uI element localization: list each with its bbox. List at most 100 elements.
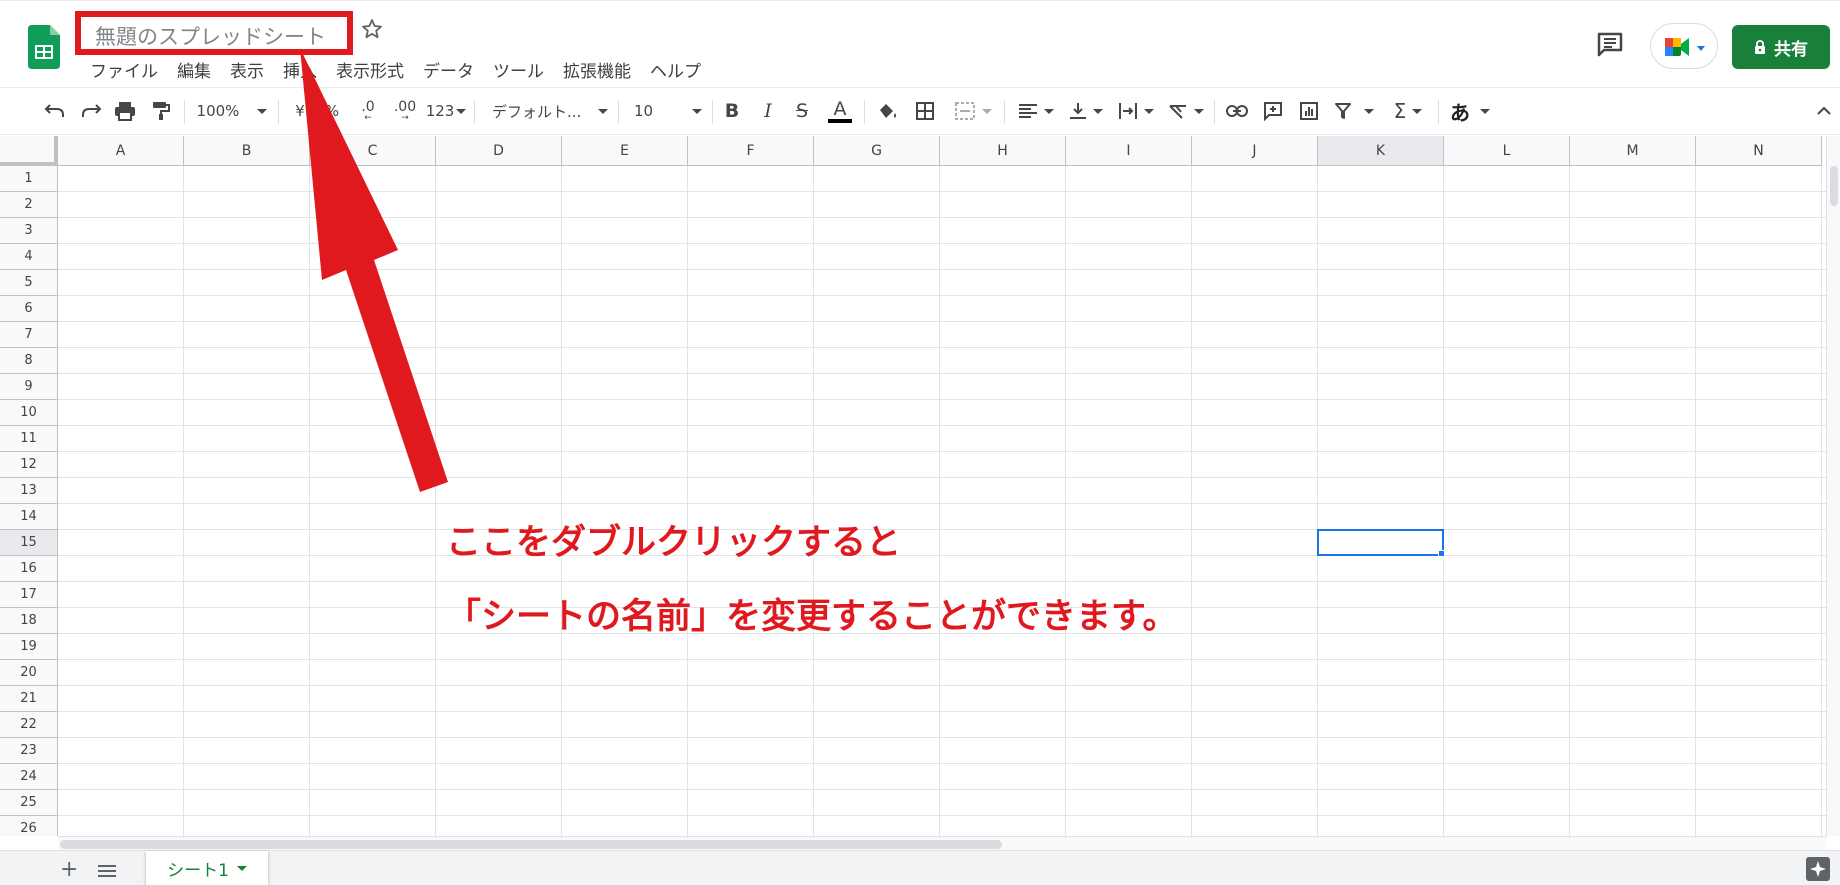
vertical-scroll-thumb[interactable]	[1830, 166, 1838, 206]
column-header-L[interactable]: L	[1444, 136, 1570, 166]
all-sheets-icon[interactable]	[98, 863, 116, 877]
row-header-10[interactable]: 10	[0, 400, 58, 426]
column-header-B[interactable]: B	[184, 136, 310, 166]
row-header-19[interactable]: 19	[0, 634, 58, 660]
menu-data[interactable]: データ	[423, 57, 474, 82]
row-header-11[interactable]: 11	[0, 426, 58, 452]
row-header-26[interactable]: 26	[0, 816, 58, 836]
column-header-D[interactable]: D	[436, 136, 562, 166]
sheets-logo-icon[interactable]	[28, 25, 60, 69]
menu-edit[interactable]: 編集	[177, 57, 211, 82]
collapse-toolbar-icon[interactable]	[1812, 98, 1836, 124]
filter-button[interactable]	[1332, 98, 1376, 124]
row-header-2[interactable]: 2	[0, 192, 58, 218]
italic-button[interactable]: I	[756, 98, 780, 124]
font-size-select[interactable]: 10	[634, 98, 702, 124]
functions-button[interactable]: Σ	[1386, 98, 1430, 124]
column-header-F[interactable]: F	[688, 136, 814, 166]
undo-icon[interactable]	[42, 98, 68, 124]
insert-chart-icon[interactable]	[1296, 98, 1322, 124]
document-title[interactable]: 無題のスプレッドシート	[95, 21, 326, 51]
row-header-1[interactable]: 1	[0, 166, 58, 192]
row-header-6[interactable]: 6	[0, 296, 58, 322]
column-header-M[interactable]: M	[1570, 136, 1696, 166]
redo-icon[interactable]	[78, 98, 104, 124]
column-header-J[interactable]: J	[1192, 136, 1318, 166]
row-header-8[interactable]: 8	[0, 348, 58, 374]
horizontal-scrollbar[interactable]	[58, 836, 1826, 850]
row-header-3[interactable]: 3	[0, 218, 58, 244]
fill-handle[interactable]	[1438, 550, 1445, 557]
horizontal-align-button[interactable]	[1016, 98, 1056, 124]
strikethrough-button[interactable]: S	[790, 98, 814, 124]
column-header-I[interactable]: I	[1066, 136, 1192, 166]
row-header-18[interactable]: 18	[0, 608, 58, 634]
fill-color-icon[interactable]	[874, 98, 900, 124]
text-rotation-button[interactable]	[1166, 98, 1206, 124]
row-header-9[interactable]: 9	[0, 374, 58, 400]
star-icon[interactable]	[360, 17, 384, 41]
menu-view[interactable]: 表示	[230, 57, 264, 82]
column-header-H[interactable]: H	[940, 136, 1066, 166]
currency-format-button[interactable]: ¥	[290, 98, 310, 124]
explore-icon[interactable]	[1806, 857, 1830, 881]
column-header-E[interactable]: E	[562, 136, 688, 166]
sheet-tab[interactable]: シート1	[146, 851, 268, 885]
row-header-22[interactable]: 22	[0, 712, 58, 738]
vertical-align-button[interactable]	[1066, 98, 1106, 124]
column-header-A[interactable]: A	[58, 136, 184, 166]
active-cell-K15[interactable]	[1317, 529, 1444, 556]
row-header-5[interactable]: 5	[0, 270, 58, 296]
zoom-select[interactable]: 100%	[196, 98, 268, 124]
input-tools-button[interactable]: あ	[1448, 98, 1492, 125]
insert-link-icon[interactable]	[1224, 98, 1250, 124]
text-wrap-button[interactable]	[1116, 98, 1156, 124]
number-format-select[interactable]: 123	[426, 98, 467, 124]
menu-bar: ファイル 編集 表示 挿入 表示形式 データ ツール 拡張機能 ヘルプ	[90, 57, 720, 82]
bold-button[interactable]: B	[720, 98, 744, 124]
percent-format-button[interactable]: %	[322, 98, 342, 124]
menu-help[interactable]: ヘルプ	[650, 57, 701, 82]
menu-format[interactable]: 表示形式	[336, 57, 404, 82]
borders-icon[interactable]	[912, 98, 938, 124]
menu-insert[interactable]: 挿入	[283, 57, 317, 82]
row-header-23[interactable]: 23	[0, 738, 58, 764]
row-header-13[interactable]: 13	[0, 478, 58, 504]
increase-decimal-button[interactable]: .00 →	[390, 98, 420, 124]
menu-tools[interactable]: ツール	[493, 57, 544, 82]
chevron-down-icon[interactable]	[236, 866, 247, 871]
merge-cells-button[interactable]	[950, 98, 996, 124]
comment-icon[interactable]	[1596, 31, 1624, 57]
font-family-select[interactable]: デフォルト...	[492, 98, 608, 124]
paint-format-icon[interactable]	[148, 98, 174, 124]
row-header-24[interactable]: 24	[0, 764, 58, 790]
column-header-N[interactable]: N	[1696, 136, 1822, 166]
vertical-scrollbar[interactable]	[1826, 136, 1840, 836]
share-button[interactable]: 共有	[1732, 25, 1830, 69]
row-header-16[interactable]: 16	[0, 556, 58, 582]
menu-extensions[interactable]: 拡張機能	[563, 57, 631, 82]
column-header-K[interactable]: K	[1318, 136, 1444, 166]
cell-area[interactable]	[58, 166, 1826, 836]
row-header-14[interactable]: 14	[0, 504, 58, 530]
row-header-15[interactable]: 15	[0, 530, 58, 556]
menu-file[interactable]: ファイル	[90, 57, 158, 82]
add-sheet-icon[interactable]: +	[60, 857, 78, 882]
select-all-corner[interactable]	[0, 136, 58, 166]
toolbar-separator	[618, 100, 619, 124]
text-color-button[interactable]: A	[826, 98, 854, 124]
row-header-12[interactable]: 12	[0, 452, 58, 478]
row-header-25[interactable]: 25	[0, 790, 58, 816]
insert-comment-icon[interactable]	[1260, 98, 1286, 124]
decrease-decimal-button[interactable]: .0 ←	[354, 98, 382, 124]
print-icon[interactable]	[112, 98, 138, 124]
column-header-G[interactable]: G	[814, 136, 940, 166]
row-header-7[interactable]: 7	[0, 322, 58, 348]
horizontal-scroll-thumb[interactable]	[60, 840, 1002, 849]
column-header-C[interactable]: C	[310, 136, 436, 166]
row-header-20[interactable]: 20	[0, 660, 58, 686]
row-header-4[interactable]: 4	[0, 244, 58, 270]
row-header-21[interactable]: 21	[0, 686, 58, 712]
meet-button[interactable]	[1650, 23, 1718, 69]
row-header-17[interactable]: 17	[0, 582, 58, 608]
